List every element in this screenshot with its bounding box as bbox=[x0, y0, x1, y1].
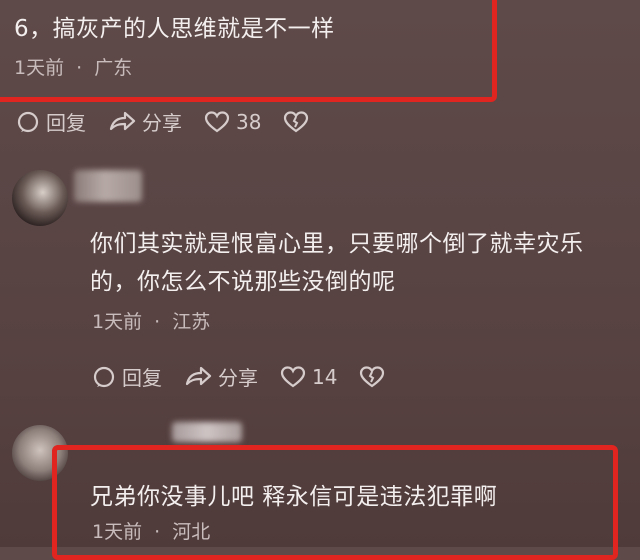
like-count: 38 bbox=[236, 109, 262, 134]
like-button[interactable]: 14 bbox=[280, 365, 337, 389]
reply-label: 回复 bbox=[46, 111, 86, 135]
like-count: 14 bbox=[312, 364, 338, 389]
reply-button[interactable]: 回复 bbox=[92, 362, 162, 391]
comment-3-time: 1天前 bbox=[92, 521, 143, 543]
comment-1-meta: 1天前 · 广东 bbox=[14, 53, 132, 80]
share-button[interactable]: 分享 bbox=[184, 362, 258, 391]
comment-3-meta: 1天前 · 河北 bbox=[92, 517, 210, 544]
comment-1-text: 6，搞灰产的人思维就是不一样 bbox=[14, 16, 335, 42]
share-icon bbox=[185, 366, 212, 385]
comment-2-text-line2: 的，你怎么不说那些没倒的呢 bbox=[90, 269, 396, 295]
dislike-button[interactable] bbox=[359, 365, 391, 389]
share-icon bbox=[109, 111, 136, 130]
comment-2-time: 1天前 bbox=[92, 311, 143, 333]
comment-1-time: 1天前 bbox=[14, 57, 65, 79]
like-button[interactable]: 38 bbox=[204, 110, 261, 134]
comment-1-location: 广东 bbox=[94, 57, 133, 79]
username-blurred[interactable] bbox=[74, 170, 142, 202]
meta-dot: · bbox=[154, 311, 161, 333]
avatar[interactable] bbox=[12, 170, 68, 226]
share-label: 分享 bbox=[218, 366, 258, 390]
reply-label: 回复 bbox=[122, 366, 162, 390]
heart-icon bbox=[280, 365, 306, 387]
reply-icon bbox=[17, 111, 39, 132]
dislike-button[interactable] bbox=[283, 110, 315, 134]
broken-heart-icon bbox=[284, 110, 309, 132]
reply-button[interactable]: 回复 bbox=[16, 107, 86, 136]
share-label: 分享 bbox=[142, 111, 182, 135]
meta-dot: · bbox=[76, 57, 83, 79]
comment-2-text-line1: 你们其实就是恨富心里，只要哪个倒了就幸灾乐 bbox=[90, 231, 584, 257]
heart-icon bbox=[204, 110, 230, 132]
broken-heart-icon bbox=[360, 365, 385, 387]
username-blurred[interactable] bbox=[172, 422, 242, 442]
comment-2-location: 江苏 bbox=[172, 311, 211, 333]
meta-dot: · bbox=[154, 521, 161, 543]
comment-1-actions: 回复 分享 38 bbox=[16, 107, 337, 136]
comment-2-actions: 回复 分享 14 bbox=[92, 362, 413, 391]
comment-3-location: 河北 bbox=[172, 521, 211, 543]
comment-2-meta: 1天前 · 江苏 bbox=[92, 307, 210, 334]
reply-icon bbox=[93, 366, 115, 387]
share-button[interactable]: 分享 bbox=[108, 107, 182, 136]
comment-3-text: 兄弟你没事儿吧 释永信可是违法犯罪啊 bbox=[90, 484, 498, 510]
